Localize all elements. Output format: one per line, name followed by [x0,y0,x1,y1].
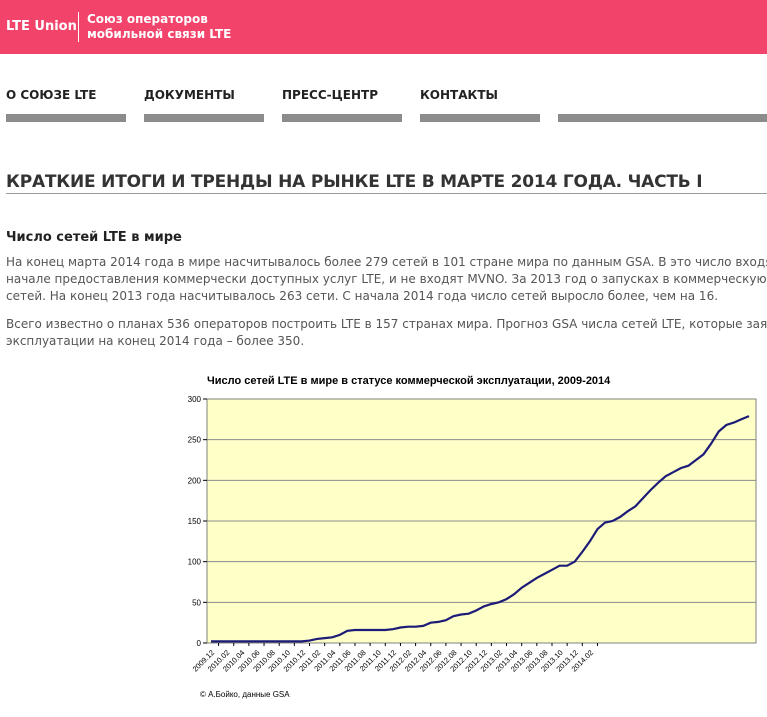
paragraph-plans-line2: эксплуатации на конец 2014 года – более … [6,334,305,348]
chart-y-axis: 0 50 100 150 200 250 300 [188,395,207,648]
y-tick-label: 300 [188,395,202,404]
y-tick-label: 200 [188,476,202,485]
paragraph-networks-line2: начале предоставления коммерчески доступ… [6,272,767,286]
chart-x-axis: 2009.122010.022010.042010.062010.082010.… [191,643,598,674]
nav-item-contacts-bar [420,114,540,122]
lte-networks-chart: Число сетей LTE в мире в статусе коммерч… [170,363,767,713]
nav-item-about-label: О СОЮЗЕ LTE [6,88,97,102]
y-tick-label: 0 [197,639,202,648]
chart-svg: Число сетей LTE в мире в статусе коммерч… [188,375,757,699]
nav-item-about[interactable]: О СОЮЗЕ LTE [6,88,96,102]
paragraph-networks-line1: На конец марта 2014 года в мире насчитыв… [6,255,767,269]
nav-item-about-bar [6,114,126,122]
y-tick-label: 100 [188,558,202,567]
logo-divider [78,12,79,42]
paragraph-networks-line3: сетей. На конец 2013 года насчитывалось … [6,289,719,303]
nav-item-press[interactable]: ПРЕСС-ЦЕНТР [282,88,378,102]
site-subtitle-line2: мобильной связи LTE [87,27,232,41]
nav-item-contacts-label: КОНТАКТЫ [420,88,498,102]
site-subtitle: Союз операторов мобильной связи LTE [87,12,231,42]
paragraph-plans: Всего известно о планах 536 операторов п… [6,316,767,350]
y-tick-label: 50 [192,598,201,607]
nav-item-documents-label: ДОКУМЕНТЫ [144,88,235,102]
nav-item-press-bar [282,114,402,122]
nav-item-extra-bar[interactable] [558,114,767,122]
title-divider [6,193,767,194]
y-tick-label: 150 [188,517,202,526]
nav-item-documents[interactable]: ДОКУМЕНТЫ [144,88,235,102]
page-title: КРАТКИЕ ИТОГИ И ТРЕНДЫ НА РЫНКЕ LTE В МА… [6,172,703,192]
site-logo[interactable]: LTE Union [6,19,77,34]
chart-credit: © А.Бойко, данные GSA [200,690,290,699]
paragraph-networks: На конец марта 2014 года в мире насчитыв… [6,254,767,305]
nav-item-documents-bar [144,114,264,122]
nav-item-contacts[interactable]: КОНТАКТЫ [420,88,498,102]
site-header: LTE Union Союз операторов мобильной связ… [0,0,767,54]
y-tick-label: 250 [188,436,202,445]
paragraph-plans-line1: Всего известно о планах 536 операторов п… [6,317,767,331]
chart-title: Число сетей LTE в мире в статусе коммерч… [207,375,611,387]
nav-item-press-label: ПРЕСС-ЦЕНТР [282,88,378,102]
section-heading: Число сетей LTE в мире [6,230,182,245]
site-subtitle-line1: Союз операторов [87,12,208,26]
